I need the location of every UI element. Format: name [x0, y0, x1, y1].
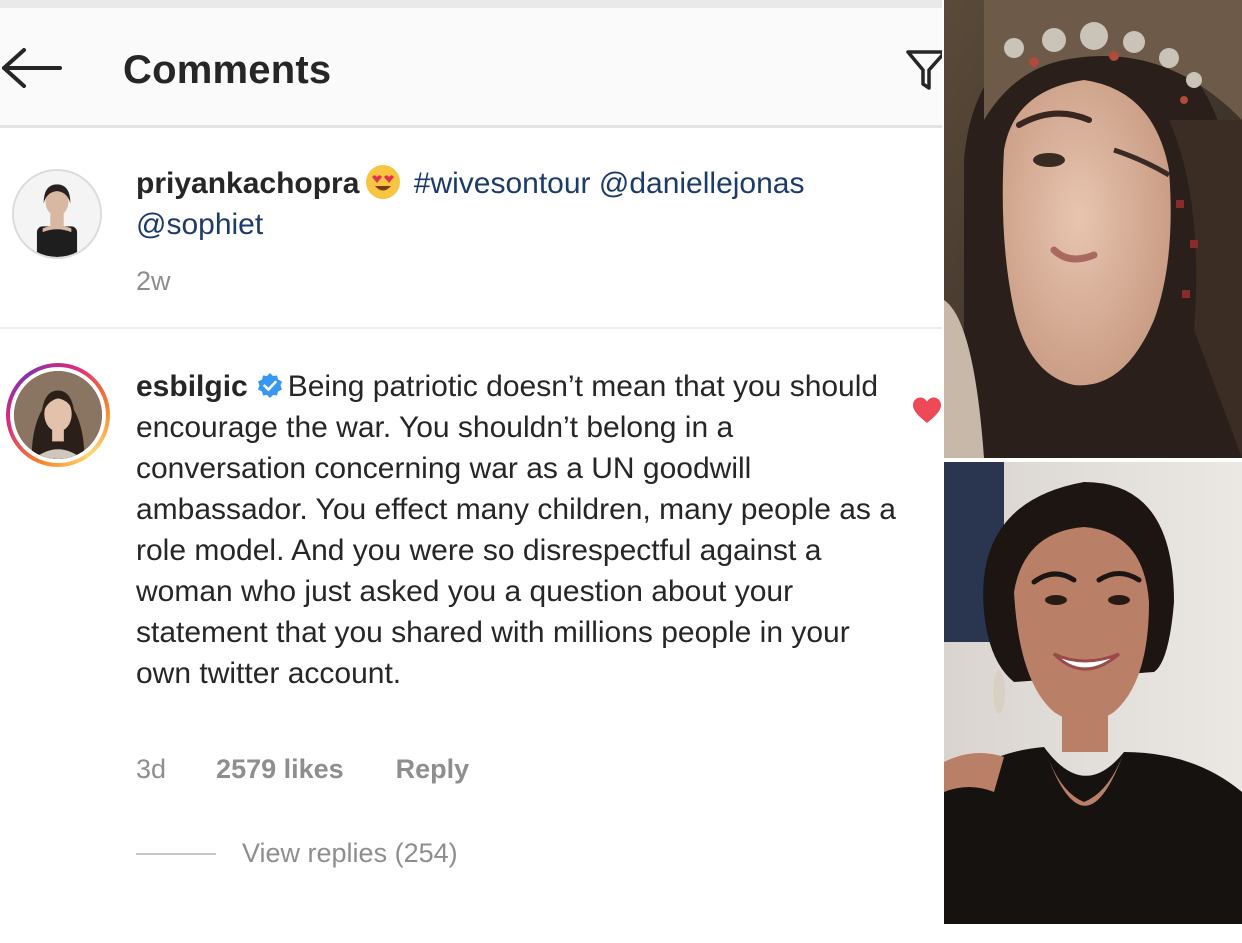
- status-strip: [0, 0, 942, 8]
- comment-item: esbilgic Being patriotic doesn’t mean th…: [0, 330, 942, 943]
- avatar-image: [14, 171, 100, 257]
- mention-link[interactable]: @sophiet: [136, 208, 263, 241]
- heart-eyes-emoji-icon: [366, 165, 401, 199]
- comment-meta: 3d 2579 likes Reply: [136, 754, 469, 785]
- comment-timestamp: 2w: [136, 266, 171, 296]
- likes-count-link[interactable]: 2579 likes: [216, 754, 344, 785]
- page-title: Comments: [123, 48, 332, 92]
- woman-in-headdress-photo: [944, 0, 1242, 458]
- filter-icon: [906, 50, 942, 90]
- comment-timestamp: 3d: [136, 754, 167, 784]
- comments-header: Comments: [0, 8, 942, 128]
- avatar-with-story-ring[interactable]: [6, 363, 110, 467]
- filter-button[interactable]: [905, 46, 942, 96]
- back-button[interactable]: [0, 46, 64, 90]
- comment-text: esbilgic Being patriotic doesn’t mean th…: [136, 366, 896, 694]
- arrow-left-icon: [2, 48, 62, 88]
- comment-username[interactable]: esbilgic: [136, 370, 248, 403]
- comment-username[interactable]: priyankachopra: [136, 167, 359, 200]
- avatar-image: [14, 371, 102, 459]
- comment-meta: 2w: [136, 266, 221, 297]
- smiling-woman-photo: [944, 462, 1242, 924]
- like-button[interactable]: [912, 396, 942, 426]
- reply-button[interactable]: Reply: [396, 754, 470, 785]
- hashtag-link[interactable]: #wivesontour: [414, 167, 591, 200]
- view-replies-label: View replies (254): [242, 838, 458, 868]
- comment-item: priyankachopra #wivesontour @daniellejon…: [0, 131, 942, 329]
- comment-body: Being patriotic doesn’t mean that you sh…: [136, 370, 896, 690]
- verified-badge-icon: [257, 373, 282, 398]
- avatar: [10, 367, 106, 463]
- view-replies-button[interactable]: View replies (254): [136, 838, 458, 869]
- heart-filled-icon: [913, 397, 941, 423]
- comments-screen: Comments priyankachopra #wivesontour @da…: [0, 0, 942, 943]
- comment-text: priyankachopra #wivesontour @daniellejon…: [136, 163, 926, 245]
- replies-divider-line: [136, 852, 216, 855]
- mention-link[interactable]: @daniellejonas: [599, 167, 805, 200]
- avatar[interactable]: [12, 169, 102, 259]
